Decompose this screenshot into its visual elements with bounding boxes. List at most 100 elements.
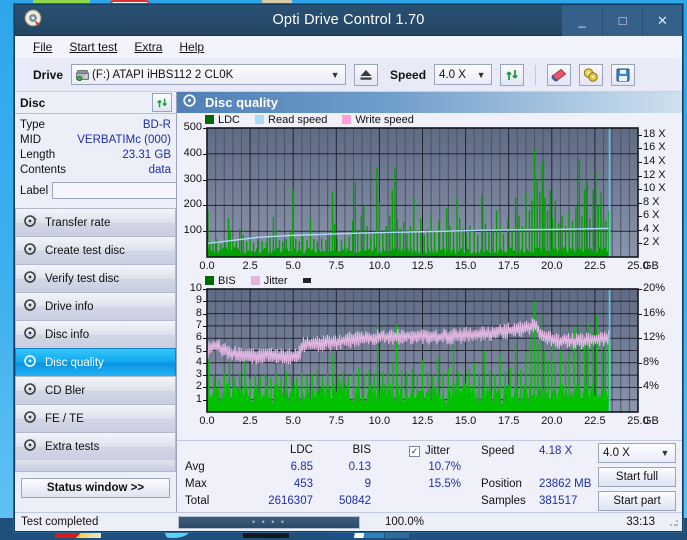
save-button[interactable] — [611, 63, 636, 86]
chart-ytick-label: 2 — [195, 380, 202, 393]
disc-field-mid: MID VERBATIMc (000) — [20, 133, 171, 148]
stats-bis-max: 9 — [364, 478, 371, 490]
stats-position-value: 23862 MB — [539, 478, 592, 490]
main-panel: Disc quality LDC Read speed Write speed — [176, 92, 682, 512]
stats-ldc-total: 2616307 — [268, 495, 313, 507]
jitter-checkbox[interactable]: ✓ — [409, 445, 420, 457]
chevron-down-icon[interactable]: ▼ — [657, 448, 673, 458]
progress-bar-dots: • • • • — [251, 517, 287, 527]
status-window-button[interactable]: Status window >> — [21, 478, 170, 498]
start-part-button[interactable]: Start part — [598, 491, 676, 511]
chart-ytick-label: 7 — [195, 318, 202, 331]
chart-bis-plot-area[interactable]: 1 2 3 4 5 6 7 8 9 10 4% 8% 12% 16% 20% 0.0 2.5 5.0 7.5 10.0… — [177, 282, 682, 429]
chart-ytick-label: 10 — [189, 282, 202, 294]
stats-samples-label: Samples — [481, 495, 526, 507]
chart-ldc-plot-area[interactable]: 100 200 300 400 500 2 X4 X6 X8 X 10 X 12 X 14 X1… — [177, 121, 682, 274]
chart-xtick-label: 20.0 — [541, 415, 563, 427]
chart-xtick-label: 2.5 — [242, 260, 258, 272]
disc-field-contents: Contents data — [20, 163, 171, 178]
chart-ytick-label: 200 — [183, 198, 202, 211]
sidebar-item-label: Disc quality — [45, 356, 104, 369]
stats-speed-select[interactable]: 4.0 X ▼ — [598, 443, 676, 463]
minimize-button[interactable]: _ — [562, 5, 602, 36]
sidebar-item-verify-test-disc[interactable]: Verify test disc — [15, 264, 176, 292]
speed-label: Speed — [390, 67, 427, 82]
chart-xtick-label: 20.0 — [541, 260, 563, 272]
chevron-down-icon[interactable]: ▼ — [327, 70, 343, 80]
chart-y2tick-label: 20% — [643, 282, 666, 294]
disc-tools-button[interactable] — [579, 63, 604, 86]
chart-y2tick-label: 4 X — [643, 222, 660, 235]
menu-start-test[interactable]: Start test — [69, 40, 117, 54]
chart-y2tick — [638, 338, 642, 340]
menu-file[interactable]: File — [33, 40, 52, 54]
disc-section-header: Disc — [15, 92, 176, 114]
chart-xtick-label: 2.5 — [242, 415, 258, 427]
legend-label-read-speed: Read speed — [268, 113, 328, 126]
start-full-button[interactable]: Start full — [598, 467, 676, 487]
sidebar-item-drive-info[interactable]: Drive info — [15, 292, 176, 320]
stats-ldc-max: 453 — [293, 478, 313, 490]
refresh-button[interactable] — [500, 63, 525, 86]
field-value: 23.31 GB — [122, 149, 171, 161]
chart-y2tick-label: 14 X — [643, 154, 666, 167]
charts-area: LDC Read speed Write speed 100 200 300 400 5… — [177, 113, 682, 440]
maximize-button[interactable]: □ — [602, 5, 642, 36]
chart-ytick — [203, 350, 207, 352]
close-button[interactable]: ✕ — [642, 5, 682, 36]
chart-xtick-label: 5.0 — [285, 415, 301, 427]
elapsed-time: 33:13 — [626, 516, 655, 528]
disc-test-icon — [24, 355, 38, 370]
disc-refresh-button[interactable] — [152, 93, 172, 112]
chart-ytick-label: 500 — [183, 121, 202, 133]
chart-ytick — [203, 325, 207, 327]
sidebar-item-label: FE / TE — [45, 412, 84, 425]
sidebar-item-transfer-rate[interactable]: Transfer rate — [15, 208, 176, 236]
chart-y2tick — [638, 189, 642, 191]
refresh-arrows-icon — [505, 69, 518, 80]
disc-header-label: Disc — [20, 95, 46, 110]
sidebar-item-fe-te[interactable]: FE / TE — [15, 404, 176, 432]
resize-grip[interactable] — [669, 517, 679, 527]
chart-y2tick — [638, 148, 642, 150]
sidebar-item-label: Disc info — [45, 328, 90, 341]
chart-ytick — [203, 338, 207, 340]
stats-speed-label: Speed — [481, 445, 515, 457]
sidebar-item-extra-tests[interactable]: Extra tests — [15, 432, 176, 460]
field-key: Length — [20, 149, 56, 161]
legend-swatch-jitter — [250, 276, 260, 285]
stats-row-avg: Avg — [185, 461, 205, 473]
chart-ytick — [203, 289, 207, 290]
progress-percent: 100.0% — [384, 516, 424, 528]
erase-button[interactable] — [547, 63, 572, 86]
title-bar[interactable]: Opti Drive Control 1.70 _ □ ✕ — [15, 5, 682, 36]
sidebar-item-disc-quality[interactable]: Disc quality — [15, 348, 176, 376]
chart-y2tick-label: 6 X — [643, 209, 660, 222]
jitter-toggle[interactable]: ✓ Jitter — [409, 445, 450, 457]
disc-field-type: Type BD-R — [20, 118, 171, 133]
stats-speed-select-value: 4.0 X — [603, 447, 630, 459]
stats-samples-value: 381517 — [539, 495, 578, 507]
chart-ytick — [203, 313, 207, 315]
chart-y2tick-label: 12 X — [643, 168, 666, 181]
chart-xtick-label: 5.0 — [285, 260, 301, 272]
eject-icon — [360, 70, 372, 80]
sidebar-item-disc-info[interactable]: Disc info — [15, 320, 176, 348]
legend-swatch-write-speed — [342, 115, 352, 124]
menu-extra[interactable]: Extra — [134, 40, 162, 54]
chart-xtick-label: 12.5 — [411, 415, 434, 427]
drive-select[interactable]: (F:) ATAPI iHBS112 2 CL0K ▼ — [71, 64, 347, 85]
chart-ytick-label: 6 — [195, 331, 202, 344]
speed-select[interactable]: 4.0 X ▼ — [434, 64, 493, 85]
chevron-down-icon[interactable]: ▼ — [473, 70, 489, 80]
chart-ytick-label: 300 — [183, 172, 202, 185]
sidebar-item-create-test-disc[interactable]: Create test disc — [15, 236, 176, 264]
chart-y2tick — [638, 175, 642, 177]
sidebar-item-label: Verify test disc — [45, 272, 120, 285]
chart-ldc-svg — [206, 127, 639, 258]
sidebar-item-cd-bler[interactable]: CD Bler — [15, 376, 176, 404]
menu-bar: File Start test Extra Help — [15, 36, 682, 58]
eject-button[interactable] — [354, 63, 379, 86]
menu-help[interactable]: Help — [179, 40, 204, 54]
chart-y2tick-label: 2 X — [643, 236, 660, 249]
